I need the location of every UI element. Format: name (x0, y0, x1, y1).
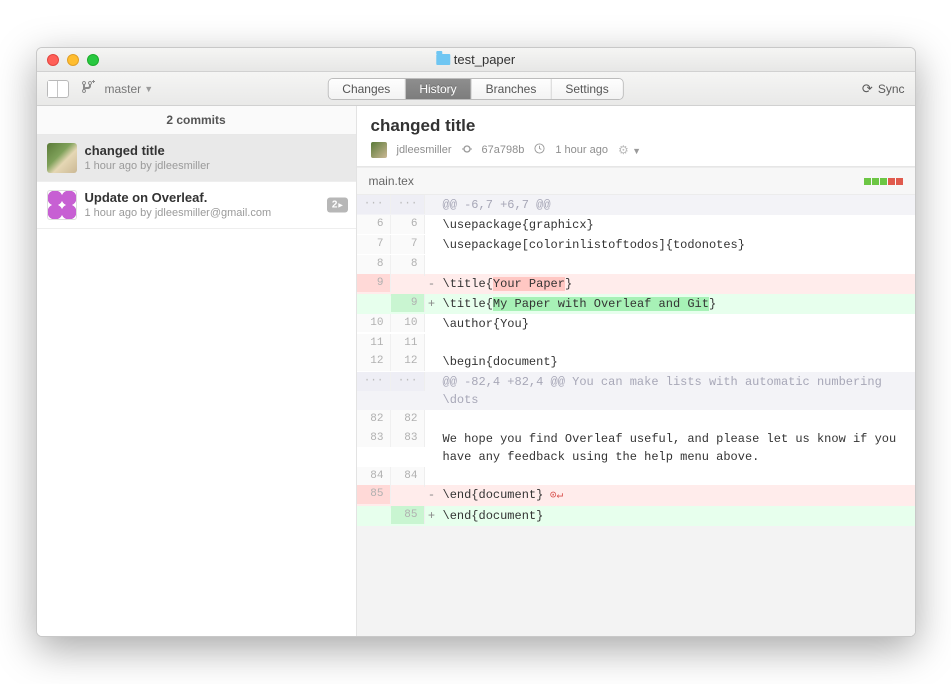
sidebar-toggle-button[interactable] (47, 80, 69, 98)
commit-detail-meta: jdleesmiller 67a798b 1 hour ago ⚙︎ ▼ (371, 142, 901, 158)
tab-settings[interactable]: Settings (551, 79, 622, 99)
clock-icon (534, 143, 545, 157)
minimize-window-button[interactable] (67, 54, 79, 66)
folder-icon (436, 54, 450, 65)
commit-author: jdleesmiller (397, 144, 452, 156)
diff-stat-squares (864, 178, 903, 185)
avatar (371, 142, 387, 158)
diff-view: ······@@ -6,7 +6,7 @@66\usepackage{graph… (357, 195, 915, 526)
diff-line: 9-\title{Your Paper} (357, 274, 915, 294)
diff-line: 88 (357, 255, 915, 274)
diff-file-header[interactable]: main.tex (357, 167, 915, 195)
diff-line: 66\usepackage{graphicx} (357, 215, 915, 235)
branch-selector[interactable]: master ▼ (105, 82, 154, 96)
commit-header: changed title jdleesmiller 67a798b 1 hou… (357, 106, 915, 167)
diff-line: ······@@ -6,7 +6,7 @@ (357, 195, 915, 215)
diff-line: 85+\end{document} (357, 506, 915, 526)
diff-line: ······@@ -82,4 +82,4 @@ You can make lis… (357, 372, 915, 410)
diff-line: 1212\begin{document} (357, 352, 915, 372)
commit-item-meta: 1 hour ago by jdleesmiller@gmail.com (85, 207, 346, 219)
avatar (47, 190, 77, 220)
diff-line: 77\usepackage[colorinlistoftodos]{todono… (357, 235, 915, 255)
diff-line: 8484 (357, 467, 915, 486)
create-branch-icon[interactable] (81, 79, 95, 98)
commit-sidebar: 2 commits changed title 1 hour ago by jd… (37, 106, 357, 636)
commit-count-header: 2 commits (37, 106, 356, 135)
view-tabs: Changes History Branches Settings (327, 78, 623, 100)
diff-line: 9+\title{My Paper with Overleaf and Git} (357, 294, 915, 314)
diff-file-name: main.tex (369, 174, 414, 188)
commit-detail-pane: changed title jdleesmiller 67a798b 1 hou… (357, 106, 915, 636)
content: 2 commits changed title 1 hour ago by jd… (37, 106, 915, 636)
window-controls (37, 54, 99, 66)
app-window: test_paper master ▼ Changes History Bran… (36, 47, 916, 637)
commit-item-meta: 1 hour ago by jdleesmiller (85, 160, 346, 172)
empty-area (357, 526, 915, 637)
commit-list-item[interactable]: changed title 1 hour ago by jdleesmiller (37, 135, 356, 182)
sync-label: Sync (878, 82, 905, 96)
commit-detail-title: changed title (371, 116, 901, 136)
commit-time: 1 hour ago (555, 144, 608, 156)
window-title: test_paper (436, 52, 515, 67)
commit-list-item[interactable]: Update on Overleaf. 1 hour ago by jdlees… (37, 182, 356, 229)
chevron-down-icon: ▼ (144, 84, 153, 94)
close-window-button[interactable] (47, 54, 59, 66)
diff-line: 1111 (357, 334, 915, 353)
tab-history[interactable]: History (405, 79, 471, 99)
tab-branches[interactable]: Branches (472, 79, 552, 99)
avatar (47, 143, 77, 173)
window-title-text: test_paper (454, 52, 515, 67)
diff-line: 8282 (357, 410, 915, 429)
titlebar: test_paper (37, 48, 915, 72)
toolbar: master ▼ Changes History Branches Settin… (37, 72, 915, 106)
files-changed-badge: 2▸ (327, 198, 348, 213)
current-branch-name: master (105, 82, 142, 96)
commit-item-title: Update on Overleaf. (85, 190, 346, 205)
commit-hash[interactable]: 67a798b (482, 144, 525, 156)
diff-line: 8383We hope you find Overleaf useful, an… (357, 429, 915, 467)
commit-item-title: changed title (85, 143, 346, 158)
sync-button[interactable]: ⟳ Sync (862, 81, 905, 97)
commit-hash-icon (462, 144, 472, 157)
diff-line: 85-\end{document} ⊙↵ (357, 485, 915, 506)
sync-icon: ⟳ (862, 81, 873, 97)
maximize-window-button[interactable] (87, 54, 99, 66)
gear-icon[interactable]: ⚙︎ ▼ (618, 143, 641, 157)
diff-line: 1010\author{You} (357, 314, 915, 334)
tab-changes[interactable]: Changes (328, 79, 405, 99)
